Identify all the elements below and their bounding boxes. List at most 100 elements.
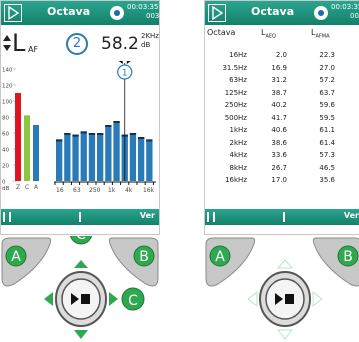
- level-value: 58.2: [101, 34, 139, 54]
- table-row: 63Hz 31.2 57.2: [205, 76, 359, 87]
- arrow-left-icon[interactable]: [247, 290, 258, 308]
- table-cell: 31.5Hz: [222, 63, 247, 72]
- play-stop-key[interactable]: [55, 271, 107, 327]
- table-row: 125Hz 38.7 63.7: [205, 89, 359, 100]
- key-a[interactable]: A: [205, 237, 256, 287]
- weighting-label: C: [25, 184, 29, 191]
- separator-icon: [283, 212, 285, 222]
- table-cell: 59.5: [319, 113, 335, 122]
- device-left: Octava 00:03:35 003 L AF 2 58.2 2KHz dB …: [0, 0, 160, 342]
- level-name: L: [12, 29, 26, 57]
- table-cell: 125Hz: [224, 88, 247, 97]
- y-tick-label: 100: [2, 100, 13, 106]
- x-tick-label: 16k: [143, 187, 155, 194]
- table-cell: 38.7: [271, 88, 287, 97]
- table-cell: 8kHz: [229, 163, 247, 172]
- device-screen: Octava 00:03:35 003 L AF 2 58.2 2KHz dB …: [0, 0, 160, 235]
- band-bar: [138, 137, 145, 181]
- arrow-up-icon[interactable]: [276, 259, 294, 269]
- key-b-label: B: [139, 249, 149, 265]
- play-stop-key[interactable]: [259, 271, 311, 327]
- key-c-right[interactable]: C: [121, 287, 145, 311]
- weighting-label: Z: [16, 184, 20, 191]
- band-bar: [113, 121, 120, 181]
- band-bar: [64, 133, 71, 181]
- table-row: 500Hz 41.7 59.5: [205, 114, 359, 125]
- y-tick-label: 0: [2, 180, 6, 186]
- table-cell: 22.3: [319, 51, 335, 59]
- x-tick-label: 4k: [125, 187, 133, 194]
- weighting-bar: [24, 115, 30, 181]
- key-b-label: B: [343, 249, 353, 265]
- softkey-bar: Ver: [205, 209, 359, 225]
- cursor-right-arrow-icon: [126, 61, 131, 64]
- ver-softkey[interactable]: Ver: [140, 211, 155, 220]
- band-bar-cap: [105, 125, 112, 127]
- level-weighting: AF: [28, 45, 39, 54]
- table-cell: 61.4: [319, 138, 335, 147]
- svg-text:C: C: [128, 293, 138, 309]
- device-right: Octava 00:03:35 003 Octava LAEQ LAFMA 16…: [204, 0, 359, 342]
- keypad: A B: [205, 237, 359, 340]
- table-cell: 46.5: [319, 163, 335, 172]
- y-axis-label: dB: [2, 186, 9, 192]
- stop-icon: [81, 294, 90, 304]
- elapsed-time: 00:03:35: [331, 3, 359, 11]
- ver-softkey[interactable]: Ver: [344, 211, 359, 220]
- table-cell: 61.1: [319, 126, 335, 134]
- table-cell: 17.0: [271, 176, 287, 184]
- table-row: 8kHz 26.7 46.5: [205, 164, 359, 175]
- band-bar-cap: [56, 139, 63, 142]
- col-header-laeq: LAEQ: [261, 28, 276, 40]
- cursor-frequency: 2KHz: [141, 32, 159, 40]
- table-cell: 57.2: [319, 76, 335, 84]
- up-down-icon: [3, 35, 11, 51]
- table-cell: 40.2: [271, 101, 287, 109]
- band-bar-cap: [97, 133, 104, 135]
- band-bar-cap: [113, 121, 120, 123]
- table-cell: 500Hz: [224, 113, 247, 122]
- x-tick-label: 16: [56, 187, 64, 194]
- arrow-down-icon[interactable]: [276, 329, 294, 340]
- y-tick-label: 140: [2, 68, 13, 74]
- table-cell: 250Hz: [224, 101, 247, 109]
- table-cell: 4kHz: [229, 151, 247, 159]
- x-tick-label: 63: [73, 187, 81, 194]
- key-a-label: A: [215, 249, 225, 265]
- stop-icon: [285, 294, 294, 304]
- arrow-right-icon[interactable]: [312, 290, 323, 308]
- key-b[interactable]: B: [108, 237, 159, 287]
- measurement-row: L AF 2 58.2 2KHz dB: [1, 25, 159, 61]
- key-a[interactable]: A: [1, 237, 52, 287]
- table-row: 4kHz 33.6 57.3: [205, 151, 359, 162]
- svg-text:C: C: [76, 236, 86, 243]
- band-bar: [88, 133, 96, 181]
- band-bar-cap: [88, 133, 96, 135]
- table-row: 16Hz 2.0 22.3: [205, 51, 359, 62]
- arrow-right-icon[interactable]: [109, 292, 118, 306]
- band-bar: [80, 131, 87, 181]
- weighting-label: A: [34, 184, 39, 191]
- key-c-top[interactable]: C: [69, 236, 93, 245]
- app-logo-icon: [208, 4, 226, 22]
- table-cell: 63Hz: [229, 76, 247, 84]
- title-bar: Octava 00:03:35 003: [1, 1, 159, 25]
- band-bar-cap: [80, 131, 87, 134]
- col-header-lafma: LAFMA: [311, 28, 330, 40]
- band-bar: [56, 139, 63, 181]
- arrow-down-icon[interactable]: [74, 330, 88, 339]
- band-bar-cap: [138, 137, 145, 139]
- arrow-up-icon[interactable]: [74, 260, 88, 268]
- table-cell: 16kHz: [225, 176, 247, 184]
- y-tick-label: 120: [2, 84, 13, 90]
- x-tick-label: 250: [89, 187, 101, 194]
- key-b[interactable]: B: [312, 237, 359, 287]
- record-counter: 003: [350, 12, 359, 20]
- marker-number-badge: 2: [66, 33, 88, 55]
- title-bar: Octava 00:03:35 003: [205, 1, 359, 25]
- pause-icon[interactable]: [207, 212, 215, 222]
- key-a-label: A: [11, 249, 21, 265]
- pause-icon[interactable]: [3, 212, 11, 222]
- table-cell: 57.3: [319, 151, 335, 159]
- arrow-left-icon[interactable]: [44, 292, 53, 306]
